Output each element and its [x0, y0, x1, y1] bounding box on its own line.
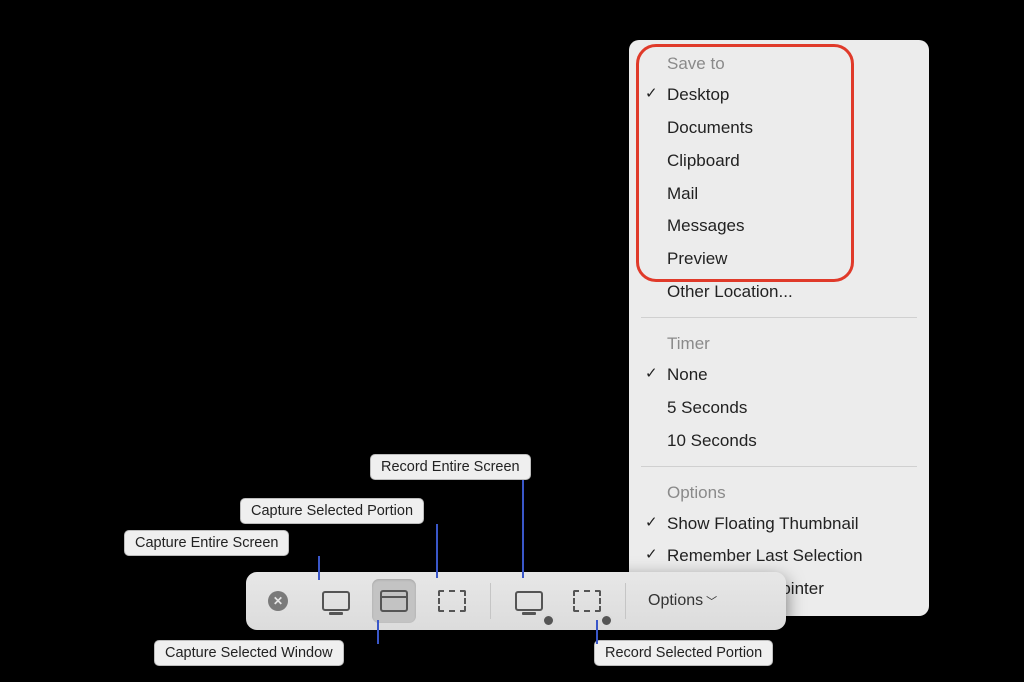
close-button[interactable]: ✕ — [256, 579, 300, 623]
close-icon: ✕ — [268, 591, 288, 611]
menu-item-timer-none[interactable]: ✓ None — [629, 359, 929, 392]
menu-item-label: Show Floating Thumbnail — [667, 514, 859, 533]
menu-item-remember-selection[interactable]: ✓ Remember Last Selection — [629, 540, 929, 573]
menu-item-label: Clipboard — [667, 151, 740, 170]
menu-item-desktop[interactable]: ✓ Desktop — [629, 79, 929, 112]
toolbar-separator — [625, 583, 626, 619]
chevron-down-icon: ﹀ — [706, 593, 717, 609]
callout-connector — [522, 480, 524, 578]
menu-item-label: Remember Last Selection — [667, 546, 863, 565]
menu-item-timer-10s[interactable]: 10 Seconds — [629, 425, 929, 458]
menu-section-save-to-header: Save to — [629, 46, 929, 79]
menu-item-other-location[interactable]: Other Location... — [629, 276, 929, 309]
checkmark-icon: ✓ — [645, 542, 658, 568]
capture-selected-portion-button[interactable] — [430, 579, 474, 623]
record-dot-icon — [542, 614, 555, 627]
callout-connector — [436, 524, 438, 578]
record-selected-portion-button[interactable] — [565, 579, 609, 623]
callout-capture-selected-window: Capture Selected Window — [154, 640, 344, 666]
menu-item-label: Messages — [667, 216, 744, 235]
checkmark-icon: ✓ — [645, 361, 658, 387]
options-button-label: Options — [648, 592, 703, 610]
toolbar-separator — [490, 583, 491, 619]
menu-item-preview[interactable]: Preview — [629, 243, 929, 276]
callout-connector — [596, 620, 598, 644]
callout-record-selected-portion: Record Selected Portion — [594, 640, 773, 666]
menu-item-label: Desktop — [667, 85, 729, 104]
menu-item-label: 5 Seconds — [667, 398, 747, 417]
menu-item-messages[interactable]: Messages — [629, 210, 929, 243]
capture-entire-screen-button[interactable] — [314, 579, 358, 623]
menu-item-floating-thumbnail[interactable]: ✓ Show Floating Thumbnail — [629, 508, 929, 541]
menu-section-options-header: Options — [629, 475, 929, 508]
menu-item-timer-5s[interactable]: 5 Seconds — [629, 392, 929, 425]
record-entire-screen-button[interactable] — [507, 579, 551, 623]
menu-item-label: 10 Seconds — [667, 431, 757, 450]
menu-section-timer-header: Timer — [629, 326, 929, 359]
callout-connector — [318, 556, 320, 580]
callout-capture-selected-portion: Capture Selected Portion — [240, 498, 424, 524]
options-button[interactable]: Options ﹀ — [642, 579, 723, 623]
callout-connector — [377, 620, 379, 644]
record-dot-icon — [600, 614, 613, 627]
checkmark-icon: ✓ — [645, 81, 658, 107]
menu-separator — [641, 466, 917, 467]
capture-selected-window-button[interactable] — [372, 579, 416, 623]
options-menu: Save to ✓ Desktop Documents Clipboard Mai… — [629, 40, 929, 616]
menu-item-mail[interactable]: Mail — [629, 178, 929, 211]
screen-icon — [515, 591, 543, 611]
menu-item-label: None — [667, 365, 708, 384]
selection-icon — [438, 590, 466, 612]
menu-item-documents[interactable]: Documents — [629, 112, 929, 145]
menu-item-clipboard[interactable]: Clipboard — [629, 145, 929, 178]
menu-item-label: Mail — [667, 184, 698, 203]
callout-record-entire-screen: Record Entire Screen — [370, 454, 531, 480]
menu-separator — [641, 317, 917, 318]
screenshot-toolbar: ✕ Options ﹀ — [246, 572, 786, 630]
callout-capture-entire-screen: Capture Entire Screen — [124, 530, 289, 556]
window-icon — [380, 590, 408, 612]
selection-icon — [573, 590, 601, 612]
screen-icon — [322, 591, 350, 611]
checkmark-icon: ✓ — [645, 510, 658, 536]
menu-item-label: Other Location... — [667, 282, 793, 301]
menu-item-label: Preview — [667, 249, 727, 268]
menu-item-label: Documents — [667, 118, 753, 137]
